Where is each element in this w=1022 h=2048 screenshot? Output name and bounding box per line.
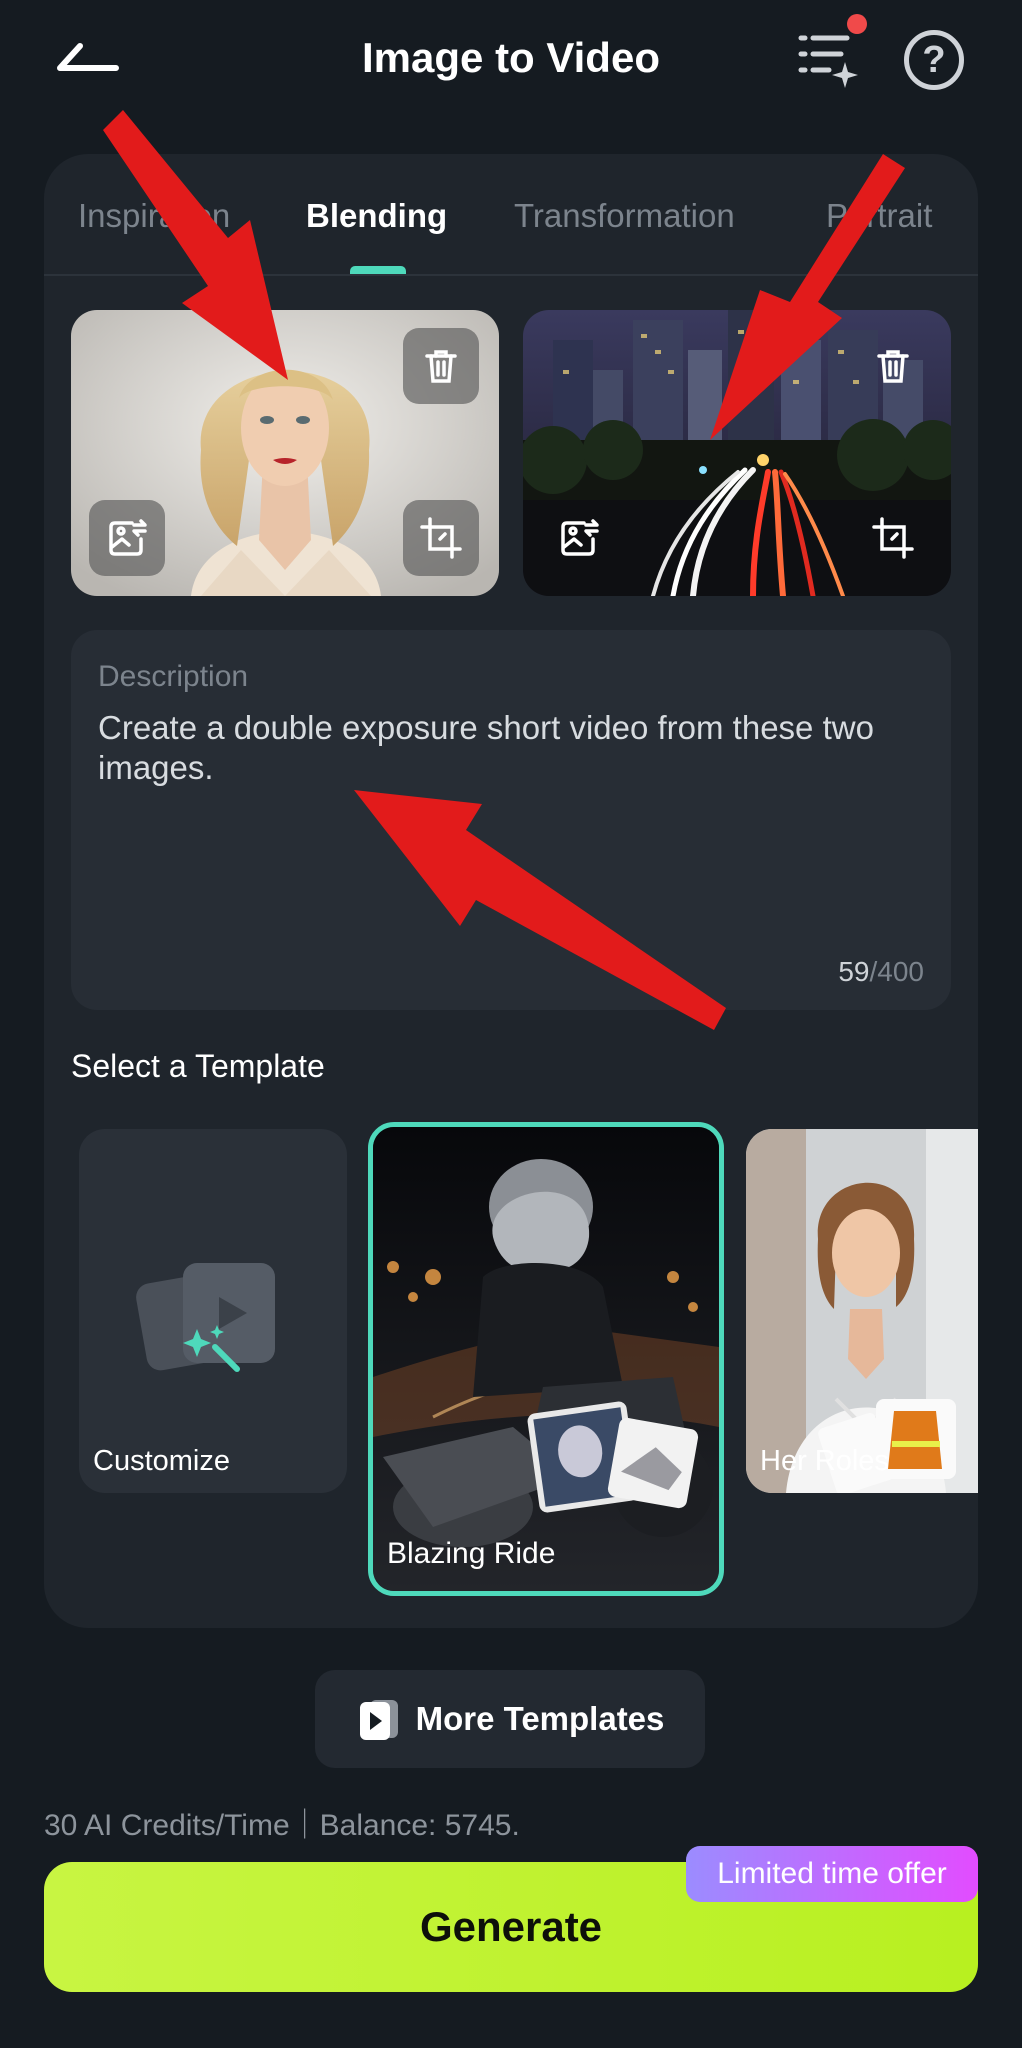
template-label: Customize — [93, 1445, 230, 1477]
credits-balance: 30 AI Credits/Time｜Balance: 5745. — [44, 1809, 520, 1842]
character-counter: 59/400 — [838, 956, 924, 988]
task-list-sparkle-icon[interactable] — [795, 26, 861, 92]
video-template-icon — [359, 1700, 398, 1740]
her-roles-thumbnail — [746, 1129, 978, 1493]
tab-blending[interactable]: Blending — [306, 194, 447, 238]
tab-transformation[interactable]: Transformation — [514, 194, 735, 238]
template-customize[interactable]: Customize — [79, 1129, 347, 1493]
template-label: Her Roles — [760, 1445, 889, 1477]
trash-icon — [425, 350, 457, 383]
trash-icon — [877, 350, 909, 383]
magic-wand-media-icon — [136, 1263, 275, 1372]
more-templates-label: More Templates — [415, 1700, 665, 1737]
description-text[interactable]: Create a double exposure short video fro… — [98, 708, 928, 788]
replace-image-icon — [109, 519, 147, 556]
character-count: 59 — [838, 956, 870, 987]
crop-image-button[interactable] — [855, 500, 931, 576]
blending-card: Inspiration Blending Transformation Port… — [44, 154, 978, 1628]
page-title: Image to Video — [362, 34, 660, 81]
character-limit: /400 — [869, 956, 925, 987]
crop-icon — [872, 517, 914, 559]
replace-image-button[interactable] — [89, 500, 165, 576]
replace-image-icon — [561, 519, 599, 556]
tab-bar: Inspiration Blending Transformation Port… — [44, 154, 978, 276]
description-label: Description — [98, 660, 249, 693]
active-tab-indicator — [350, 266, 406, 274]
source-image-city[interactable] — [523, 310, 951, 596]
template-blazing-ride[interactable]: Blazing Ride — [368, 1122, 724, 1596]
tab-portrait[interactable]: Portrait — [826, 194, 932, 238]
crop-icon — [420, 517, 462, 559]
template-label: Blazing Ride — [387, 1537, 556, 1570]
delete-image-button[interactable] — [855, 328, 931, 404]
limited-offer-badge: Limited time offer — [686, 1846, 978, 1902]
tab-inspiration[interactable]: Inspiration — [78, 194, 230, 238]
description-input[interactable]: Description Create a double exposure sho… — [71, 630, 951, 1010]
replace-image-button[interactable] — [541, 500, 617, 576]
source-image-portrait[interactable] — [71, 310, 499, 596]
image-to-video-screen: Image to Video ? Inspiration Blending Tr… — [0, 0, 1022, 2048]
template-her-roles[interactable]: Her Roles — [746, 1129, 978, 1493]
more-templates-button[interactable]: More Templates — [315, 1670, 705, 1768]
question-circle-icon[interactable]: ? — [904, 30, 964, 90]
generate-label: Generate — [419, 1903, 603, 1950]
select-template-heading: Select a Template — [71, 1048, 325, 1084]
blazing-ride-thumbnail — [373, 1127, 719, 1591]
crop-image-button[interactable] — [403, 500, 479, 576]
notification-dot — [847, 14, 867, 34]
delete-image-button[interactable] — [403, 328, 479, 404]
